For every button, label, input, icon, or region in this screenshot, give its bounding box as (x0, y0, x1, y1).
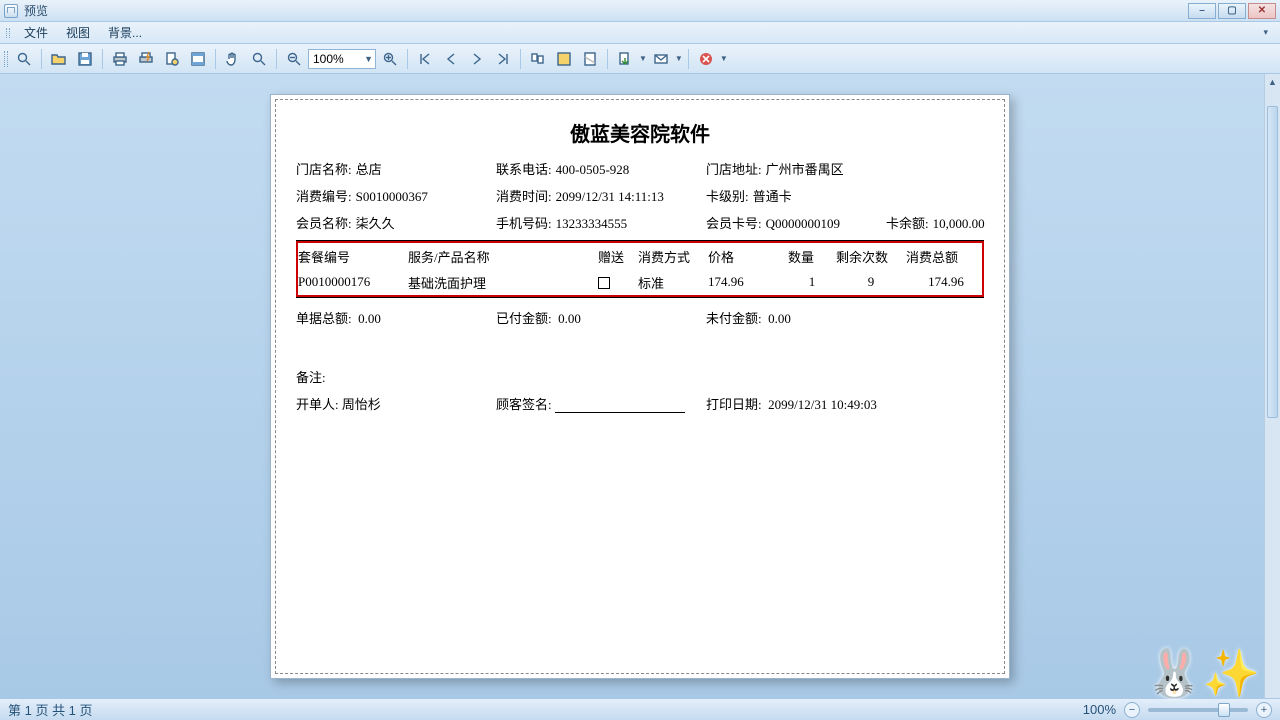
print-button[interactable] (108, 47, 132, 71)
page-setup-button[interactable] (160, 47, 184, 71)
floppy-icon (77, 51, 93, 67)
mail-icon (653, 51, 669, 67)
highlighted-rows: 套餐编号 服务/产品名称 赠送 消费方式 价格 数量 剩余次数 消费总额 P00… (296, 241, 984, 297)
multipage-button[interactable] (526, 47, 550, 71)
first-page-icon (417, 51, 433, 67)
export-button[interactable] (613, 47, 637, 71)
hand-icon (225, 51, 241, 67)
menu-bar: 文件 视图 背景... ▾ (0, 22, 1280, 44)
gift-checkbox (598, 277, 610, 289)
menu-overflow[interactable]: ▾ (1257, 27, 1274, 38)
export-icon (617, 51, 633, 67)
palette-icon (556, 51, 572, 67)
magnifier-icon (251, 51, 267, 67)
quick-print-button[interactable] (134, 47, 158, 71)
close-button[interactable]: ✕ (1248, 3, 1276, 19)
menu-background[interactable]: 背景... (100, 22, 150, 43)
zoom-slider[interactable] (1148, 708, 1248, 712)
folder-open-icon (51, 51, 67, 67)
menu-file[interactable]: 文件 (16, 22, 56, 43)
zoom-out-button[interactable] (282, 47, 306, 71)
prev-page-button[interactable] (439, 47, 463, 71)
next-page-icon (469, 51, 485, 67)
magnifier-button[interactable] (247, 47, 271, 71)
last-page-button[interactable] (491, 47, 515, 71)
search-button[interactable] (12, 47, 36, 71)
watermark-icon (582, 51, 598, 67)
report-page: 傲蓝美容院软件 门店名称:总店 联系电话:400-0505-928 门店地址:广… (270, 94, 1010, 679)
watermark-button[interactable] (578, 47, 602, 71)
toolbar: 100% ▼ ▼ ▼ ▼ (0, 44, 1280, 74)
report-title: 傲蓝美容院软件 (296, 118, 984, 147)
chevron-down-icon: ▼ (364, 54, 373, 64)
page-setup-icon (164, 51, 180, 67)
zoom-in-button[interactable] (378, 47, 402, 71)
email-button[interactable] (649, 47, 673, 71)
last-page-icon (495, 51, 511, 67)
close-icon (698, 51, 714, 67)
header-footer-icon (190, 51, 206, 67)
color-button[interactable] (552, 47, 576, 71)
items-table: 套餐编号 服务/产品名称 赠送 消费方式 价格 数量 剩余次数 消费总额 P00… (296, 240, 984, 298)
status-zoom-text: 100% (1083, 702, 1116, 717)
preview-workspace[interactable]: 傲蓝美容院软件 门店名称:总店 联系电话:400-0505-928 门店地址:广… (0, 74, 1280, 698)
status-bar: 第 1 页 共 1 页 100% − + (0, 698, 1280, 720)
prev-page-icon (443, 51, 459, 67)
totals-row: 单据总额: 0.00 已付金额: 0.00 未付金额: 0.00 (296, 308, 984, 327)
hand-tool-button[interactable] (221, 47, 245, 71)
menu-view[interactable]: 视图 (58, 22, 98, 43)
maximize-button[interactable]: ▢ (1218, 3, 1246, 19)
vertical-scrollbar[interactable]: ▲ (1264, 74, 1280, 698)
header-footer-button[interactable] (186, 47, 210, 71)
first-page-button[interactable] (413, 47, 437, 71)
zoom-out-icon (286, 51, 302, 67)
report-header-info: 门店名称:总店 联系电话:400-0505-928 门店地址:广州市番禺区 消费… (296, 159, 984, 232)
zoom-value: 100% (313, 52, 344, 66)
next-page-button[interactable] (465, 47, 489, 71)
menu-grip[interactable] (6, 28, 10, 38)
zoom-plus-button[interactable]: + (1256, 702, 1272, 718)
remark-section: 备注: 开单人: 周怡杉 顾客签名: 打印日期: 2099/12/31 10:4… (296, 367, 984, 413)
multipage-icon (530, 51, 546, 67)
table-row: P0010000176 基础洗面护理 标准 174.96 1 9 174.96 (298, 269, 982, 295)
save-button[interactable] (73, 47, 97, 71)
zoom-in-icon (382, 51, 398, 67)
window-title: 预览 (24, 2, 1188, 19)
zoom-minus-button[interactable]: − (1124, 702, 1140, 718)
printer-bolt-icon (138, 51, 154, 67)
exit-button[interactable] (694, 47, 718, 71)
search-icon (16, 51, 32, 67)
title-bar: 预览 – ▢ ✕ (0, 0, 1280, 22)
zoom-combo[interactable]: 100% ▼ (308, 49, 376, 69)
minimize-button[interactable]: – (1188, 3, 1216, 19)
app-icon (4, 4, 18, 18)
printer-icon (112, 51, 128, 67)
toolbar-grip[interactable] (4, 51, 8, 67)
open-button[interactable] (47, 47, 71, 71)
page-indicator: 第 1 页 共 1 页 (8, 700, 93, 719)
